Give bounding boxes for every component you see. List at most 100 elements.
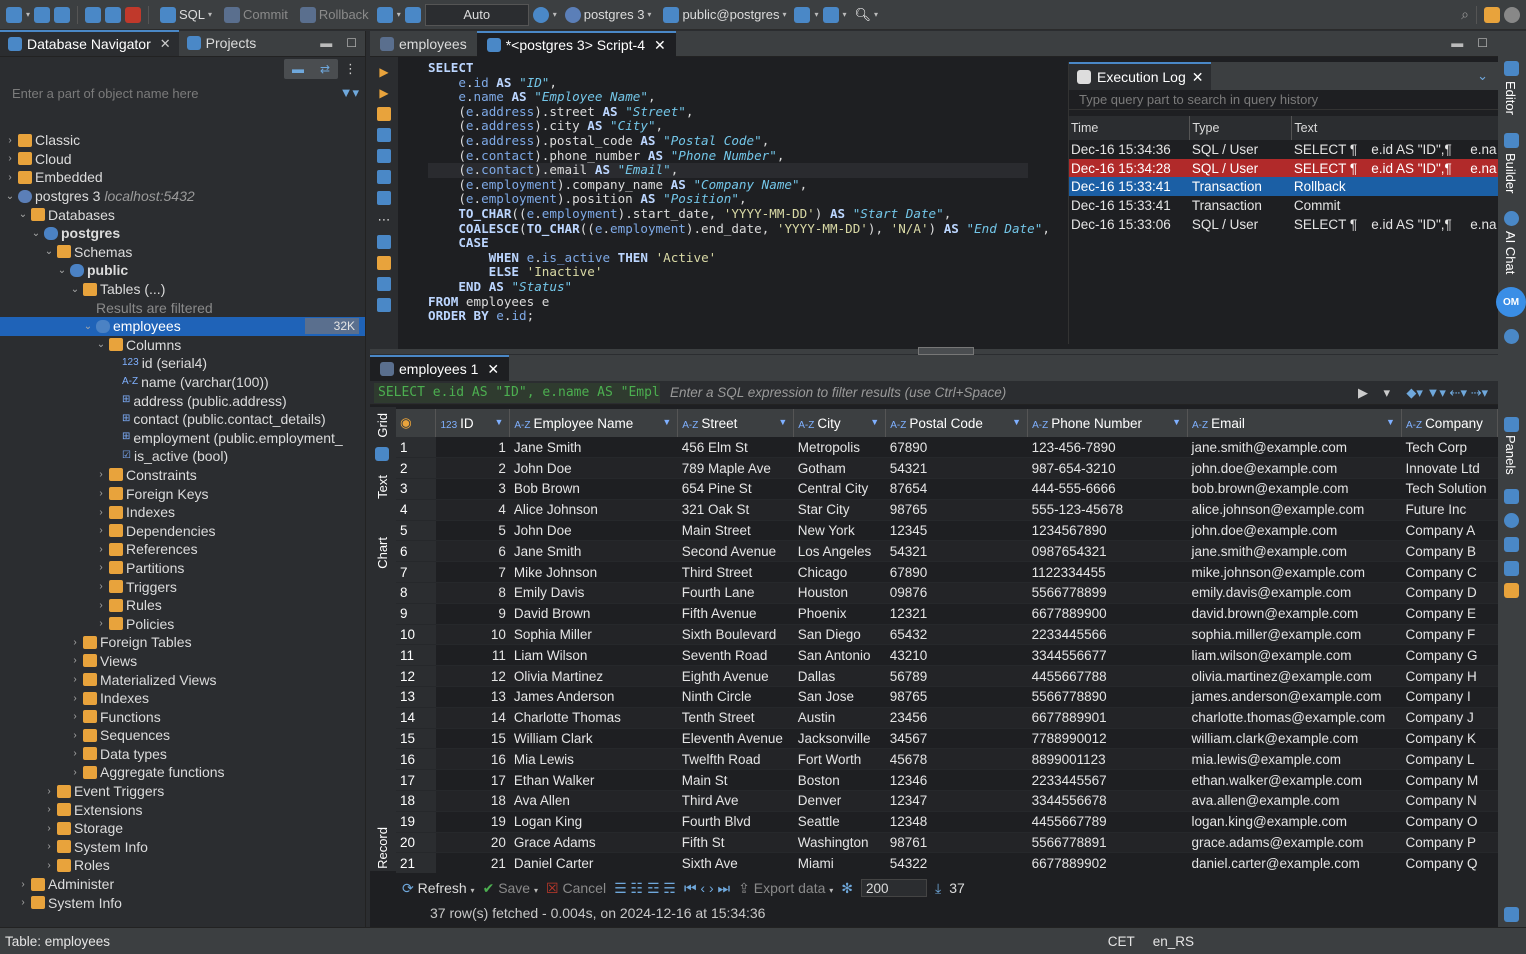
table-cell[interactable]: 7 <box>435 561 510 584</box>
table-cell[interactable]: Washington <box>793 832 886 854</box>
table-cell[interactable]: 34567 <box>885 728 1028 750</box>
table-cell[interactable]: Company C <box>1401 561 1498 584</box>
table-cell[interactable]: 12348 <box>885 811 1028 833</box>
table-cell[interactable]: Company K <box>1401 728 1498 750</box>
history-icon[interactable] <box>532 6 549 23</box>
close-icon[interactable]: ✕ <box>654 37 666 54</box>
table-cell[interactable]: 789 Maple Ave <box>677 457 794 480</box>
table-cell[interactable]: Company B <box>1401 540 1498 563</box>
row-number[interactable]: 8 <box>396 582 436 604</box>
table-cell[interactable]: Company L <box>1401 748 1498 771</box>
table-cell[interactable]: 2233445566 <box>1027 624 1188 646</box>
table-cell[interactable]: 4 <box>435 499 510 521</box>
table-cell[interactable]: Fourth Blvd <box>677 811 794 833</box>
pagination-icons[interactable]: ⏮ ‹ › ⏭ <box>684 880 730 897</box>
table-row[interactable]: 21 21 Daniel Carter Sixth Ave Miami 54322 6677… <box>396 852 1498 873</box>
refresh-icon[interactable] <box>1504 329 1519 344</box>
tree-node[interactable]: ⊞ employment (public.employment_ <box>0 429 365 448</box>
table-cell[interactable]: 12 <box>435 665 510 688</box>
table-cell[interactable]: Metropolis <box>793 437 886 459</box>
chevron-down-icon[interactable]: ⌄ <box>43 246 55 257</box>
table-cell[interactable]: San Diego <box>793 624 886 646</box>
table-cell[interactable]: emily.davis@example.com <box>1187 582 1402 604</box>
code-line[interactable]: (e.address).street AS "Street", <box>428 104 1050 120</box>
table-cell[interactable]: Austin <box>793 707 886 729</box>
sort-icon[interactable]: ▼ <box>1172 417 1181 427</box>
table-row[interactable]: 2 2 John Doe 789 Maple Ave Gotham 54321 987-65… <box>396 457 1498 480</box>
column-header[interactable]: A-Z Employee Name ▼ <box>509 409 679 437</box>
tree-node[interactable]: › System Info <box>0 838 365 857</box>
commit-button[interactable]: Commit <box>220 4 292 26</box>
table-cell[interactable]: 2 <box>435 457 510 480</box>
tree-node[interactable]: ⌄ Schemas <box>0 243 365 262</box>
table-row[interactable]: 8 8 Emily Davis Fourth Lane Houston 09876 5566… <box>396 582 1498 604</box>
table-cell[interactable]: Jane Smith <box>509 540 678 563</box>
row-number[interactable]: 19 <box>396 811 436 833</box>
table-cell[interactable]: 98761 <box>885 832 1028 854</box>
code-line[interactable]: (e.contact).phone_number AS "Phone Numbe… <box>428 148 1050 164</box>
rail-editor[interactable]: Editor <box>1503 81 1518 115</box>
table-cell[interactable]: 12347 <box>885 790 1028 812</box>
chevron-right-icon[interactable]: › <box>69 674 81 685</box>
column-header[interactable]: A-Z Street ▼ <box>677 409 795 437</box>
table-cell[interactable]: Company I <box>1401 686 1498 708</box>
table-cell[interactable]: david.brown@example.com <box>1187 603 1402 625</box>
sort-icon[interactable]: ▼ <box>870 417 879 427</box>
table-cell[interactable]: 3344556677 <box>1027 644 1188 667</box>
table-cell[interactable]: Fort Worth <box>793 748 886 771</box>
tree-node[interactable]: › Indexes <box>0 503 365 522</box>
table-cell[interactable]: 67890 <box>885 437 1028 459</box>
table-cell[interactable]: jane.smith@example.com <box>1187 540 1402 563</box>
close-icon[interactable]: ✕ <box>487 361 499 378</box>
tree-node[interactable]: › Administer <box>0 875 365 894</box>
code-line[interactable]: ELSE 'Inactive' <box>428 265 1050 280</box>
row-number[interactable]: 4 <box>396 499 436 521</box>
table-cell[interactable]: william.clark@example.com <box>1187 728 1402 750</box>
navigator-search-input[interactable]: Enter a part of object name here ▼▾ <box>0 81 365 105</box>
row-number[interactable]: 16 <box>396 748 436 771</box>
view-text[interactable]: Text <box>375 475 390 499</box>
chevron-right-icon[interactable]: › <box>69 693 81 704</box>
chevron-down-icon[interactable]: ⌄ <box>95 339 107 350</box>
table-cell[interactable]: Phoenix <box>793 603 886 625</box>
table-cell[interactable]: 20 <box>435 832 510 854</box>
column-header[interactable]: A-Z Postal Code ▼ <box>885 409 1029 437</box>
log-row[interactable]: Dec-16 15:33:06 SQL / User SELECT ¶ e.id AS… <box>1069 215 1499 234</box>
table-cell[interactable]: Company P <box>1401 832 1498 854</box>
table-cell[interactable]: 87654 <box>885 478 1028 500</box>
filter-history-icon[interactable]: ▾ <box>1383 385 1390 401</box>
chevron-right-icon[interactable]: › <box>95 600 107 611</box>
tree-node[interactable]: › Sequences <box>0 726 365 745</box>
table-cell[interactable]: 11 <box>435 644 510 667</box>
chevron-right-icon[interactable]: › <box>95 618 107 629</box>
info-icon[interactable] <box>1504 513 1519 528</box>
column-header[interactable]: A-Z City ▼ <box>793 409 887 437</box>
filter-tools[interactable]: ◆▾ ▼▾ ⇠▾ ⇢▾ <box>1406 385 1488 401</box>
row-number[interactable]: 14 <box>396 707 436 729</box>
table-cell[interactable]: Seattle <box>793 811 886 833</box>
row-number[interactable]: 11 <box>396 644 436 667</box>
maximize-icon[interactable]: ☐ <box>1477 36 1488 50</box>
transaction-mode-icon[interactable] <box>376 6 393 23</box>
chevron-right-icon[interactable]: › <box>43 860 55 871</box>
tree-node[interactable]: › Cloud <box>0 150 365 169</box>
layout-icon[interactable] <box>1504 907 1519 922</box>
table-cell[interactable]: Houston <box>793 582 886 604</box>
link-editor-icon[interactable]: ⇄ <box>320 62 330 76</box>
table-cell[interactable]: john.doe@example.com <box>1187 520 1402 542</box>
metadata-icon[interactable] <box>1504 583 1519 598</box>
table-cell[interactable]: Innovate Ltd <box>1401 457 1498 480</box>
perspective-icon[interactable] <box>1484 6 1500 23</box>
execute-new-tab-icon[interactable] <box>377 107 391 121</box>
close-icon[interactable]: ✕ <box>1192 69 1204 86</box>
status-locale[interactable]: en_RS <box>1153 934 1194 949</box>
table-cell[interactable]: Main St <box>677 769 794 792</box>
chevron-right-icon[interactable]: › <box>43 841 55 852</box>
table-cell[interactable]: 56789 <box>885 665 1028 688</box>
tab-script-4[interactable]: *<postgres 3> Script-4 ✕ <box>476 31 676 57</box>
table-cell[interactable]: Company E <box>1401 603 1498 625</box>
chevron-down-icon[interactable]: ⌄ <box>56 265 68 276</box>
table-cell[interactable]: Company N <box>1401 790 1498 812</box>
chevron-down-icon[interactable]: ⌄ <box>17 209 29 220</box>
chevron-right-icon[interactable]: › <box>95 562 107 573</box>
